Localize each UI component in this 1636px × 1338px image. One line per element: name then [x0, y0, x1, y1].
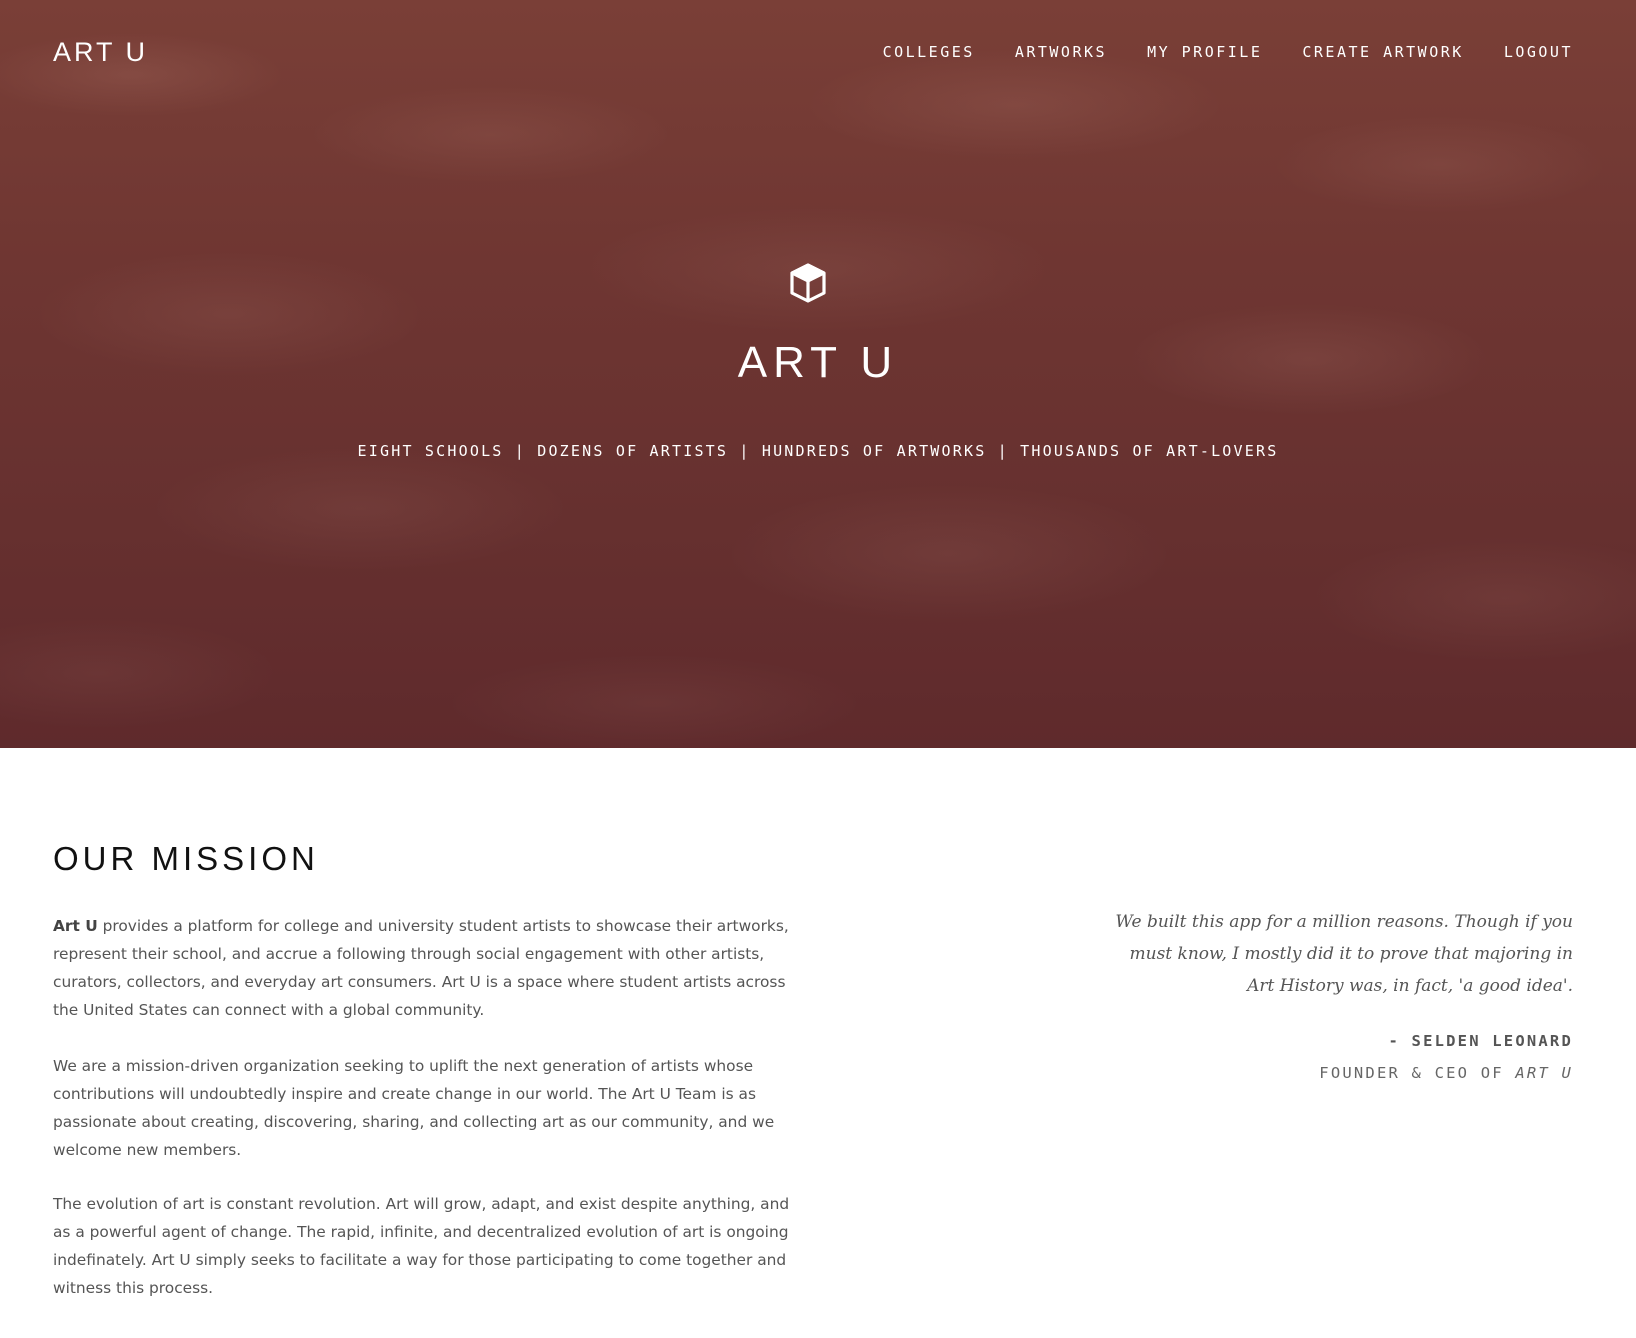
hero-title: ART U — [737, 338, 899, 387]
mission-paragraph-1-text: provides a platform for college and univ… — [53, 917, 789, 1019]
top-navigation: ART U COLLEGES ARTWORKS MY PROFILE CREAT… — [0, 0, 1636, 104]
nav-link-my-profile[interactable]: MY PROFILE — [1147, 43, 1262, 61]
mission-paragraph-2: We are a mission-driven organization see… — [53, 1057, 775, 1159]
mission-paragraph-1: Art U provides a platform for college an… — [53, 912, 798, 1024]
mission-brand-name: Art U — [53, 917, 98, 935]
quote-role-title: FOUNDER & CEO OF — [1319, 1064, 1516, 1082]
founder-quote: We built this app for a million reasons.… — [1115, 912, 1573, 996]
quote-role: FOUNDER & CEO OF ART U — [1319, 1064, 1573, 1082]
quote-role-company: ART U — [1515, 1064, 1573, 1082]
cube-icon — [788, 262, 828, 304]
hero-tagline: EIGHT SCHOOLS | DOZENS OF ARTISTS | HUND… — [357, 442, 1279, 460]
nav-link-logout[interactable]: LOGOUT — [1504, 43, 1573, 61]
quote-author: - SELDEN LEONARD — [1388, 1032, 1573, 1050]
nav-link-artworks[interactable]: ARTWORKS — [1015, 43, 1107, 61]
mission-heading: OUR MISSION — [53, 840, 319, 877]
nav-links: COLLEGES ARTWORKS MY PROFILE CREATE ARTW… — [883, 43, 1573, 61]
hero-banner: ART U COLLEGES ARTWORKS MY PROFILE CREAT… — [0, 0, 1636, 748]
nav-link-colleges[interactable]: COLLEGES — [883, 43, 975, 61]
mission-paragraph-3: The evolution of art is constant revolut… — [53, 1195, 790, 1297]
brand-logo[interactable]: ART U — [53, 37, 148, 68]
nav-link-create-artwork[interactable]: CREATE ARTWORK — [1302, 43, 1463, 61]
